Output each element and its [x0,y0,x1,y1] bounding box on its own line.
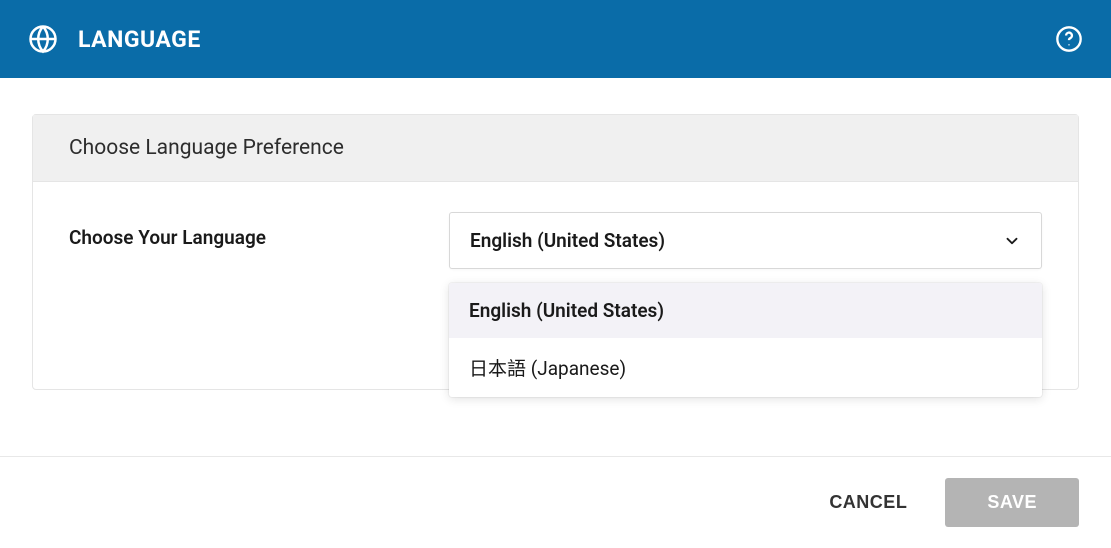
language-select[interactable]: English (United States) [449,212,1042,269]
page-title: LANGUAGE [78,26,201,53]
help-icon[interactable] [1055,25,1083,53]
chevron-down-icon [1003,232,1021,250]
language-option-japanese[interactable]: 日本語 (Japanese) [449,338,1042,397]
language-select-value: English (United States) [470,229,665,252]
page-header: LANGUAGE [0,0,1111,78]
language-field-label: Choose Your Language [69,212,409,249]
cancel-button[interactable]: CANCEL [825,478,911,527]
card-title: Choose Language Preference [69,136,1042,160]
content-area: Choose Language Preference Choose Your L… [0,78,1111,390]
language-card: Choose Language Preference Choose Your L… [32,114,1079,390]
save-button[interactable]: SAVE [945,478,1079,527]
header-left: LANGUAGE [28,24,201,54]
language-dropdown-menu: English (United States) 日本語 (Japanese) [449,283,1042,397]
card-header: Choose Language Preference [33,115,1078,182]
footer-bar: CANCEL SAVE [0,456,1111,548]
globe-icon [28,24,58,54]
language-option-english[interactable]: English (United States) [449,283,1042,338]
card-body: Choose Your Language English (United Sta… [33,182,1078,389]
language-select-wrapper: English (United States) English (United … [449,212,1042,269]
